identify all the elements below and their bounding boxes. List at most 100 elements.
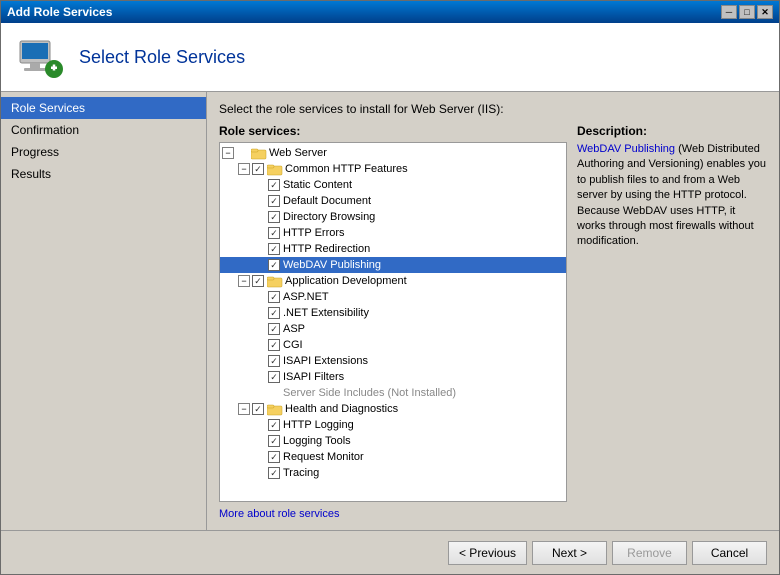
tree-item-label: Static Content (283, 179, 352, 191)
tree-checkbox[interactable] (268, 435, 280, 447)
tree-checkbox[interactable] (268, 339, 280, 351)
tree-checkbox[interactable] (268, 307, 280, 319)
expand-button[interactable]: − (222, 147, 234, 159)
description-body: (Web Distributed Authoring and Versionin… (577, 143, 766, 247)
sidebar-item-results[interactable]: Results (1, 163, 206, 185)
role-services-panel: Role services: − Web Server− Common HTTP… (219, 124, 567, 520)
tree-item[interactable]: ISAPI Filters (220, 369, 566, 385)
footer: < Previous Next > Remove Cancel (1, 530, 779, 574)
tree-item-label: Web Server (269, 147, 327, 159)
tree-checkbox[interactable] (268, 259, 280, 271)
tree-checkbox[interactable] (268, 323, 280, 335)
tree-item-label: CGI (283, 339, 303, 351)
tree-item[interactable]: HTTP Errors (220, 225, 566, 241)
tree-item[interactable]: .NET Extensibility (220, 305, 566, 321)
tree-checkbox[interactable] (268, 227, 280, 239)
title-bar-buttons: ─ □ ✕ (721, 5, 773, 19)
expand-placeholder (254, 387, 266, 399)
tree-item[interactable]: ASP.NET (220, 289, 566, 305)
main-description: Select the role services to install for … (219, 102, 767, 116)
tree-container[interactable]: − Web Server− Common HTTP FeaturesStatic… (219, 142, 567, 502)
webdav-link[interactable]: WebDAV Publishing (577, 143, 675, 155)
main-window: Add Role Services ─ □ ✕ Select Role Serv… (0, 0, 780, 575)
tree-checkbox[interactable] (268, 179, 280, 191)
description-text: WebDAV Publishing (Web Distributed Autho… (577, 142, 767, 250)
expand-placeholder (254, 243, 266, 255)
tree-item-label: HTTP Errors (283, 227, 345, 239)
expand-placeholder (254, 195, 266, 207)
tree-checkbox[interactable] (268, 211, 280, 223)
sidebar: Role ServicesConfirmationProgressResults (1, 92, 207, 530)
tree-checkbox[interactable] (252, 275, 264, 287)
main-panel: Select the role services to install for … (207, 92, 779, 530)
sidebar-item-role-services[interactable]: Role Services (1, 97, 206, 119)
tree-item[interactable]: ASP (220, 321, 566, 337)
tree-checkbox[interactable] (268, 195, 280, 207)
minimize-button[interactable]: ─ (721, 5, 737, 19)
expand-button[interactable]: − (238, 163, 250, 175)
tree-item-label: Request Monitor (283, 451, 364, 463)
expand-button[interactable]: − (238, 403, 250, 415)
tree-item[interactable]: Static Content (220, 177, 566, 193)
cancel-button[interactable]: Cancel (692, 541, 767, 565)
tree-item[interactable]: − Health and Diagnostics (220, 401, 566, 417)
tree-item[interactable]: HTTP Redirection (220, 241, 566, 257)
tree-item-label: ASP (283, 323, 305, 335)
previous-button[interactable]: < Previous (448, 541, 527, 565)
tree-item-label: ASP.NET (283, 291, 329, 303)
tree-checkbox[interactable] (268, 451, 280, 463)
tree-item[interactable]: ISAPI Extensions (220, 353, 566, 369)
tree-item-label: HTTP Logging (283, 419, 354, 431)
expand-placeholder (254, 419, 266, 431)
title-bar: Add Role Services ─ □ ✕ (1, 1, 779, 23)
tree-item[interactable]: − Common HTTP Features (220, 161, 566, 177)
tree-checkbox[interactable] (268, 291, 280, 303)
tree-item[interactable]: HTTP Logging (220, 417, 566, 433)
tree-item[interactable]: Directory Browsing (220, 209, 566, 225)
folder-icon (251, 146, 267, 160)
expand-button[interactable]: − (238, 275, 250, 287)
tree-item-label: Directory Browsing (283, 211, 375, 223)
tree-item-label: Common HTTP Features (285, 163, 408, 175)
tree-checkbox[interactable] (268, 467, 280, 479)
remove-button[interactable]: Remove (612, 541, 687, 565)
tree-item[interactable]: CGI (220, 337, 566, 353)
expand-placeholder (254, 339, 266, 351)
sidebar-item-confirmation[interactable]: Confirmation (1, 119, 206, 141)
tree-checkbox[interactable] (268, 419, 280, 431)
content-area: Role ServicesConfirmationProgressResults… (1, 92, 779, 530)
header-icon (16, 33, 64, 81)
next-button[interactable]: Next > (532, 541, 607, 565)
tree-item-label: WebDAV Publishing (283, 259, 381, 271)
tree-item[interactable]: Logging Tools (220, 433, 566, 449)
tree-item-label: Application Development (285, 275, 407, 287)
tree-item-label: Tracing (283, 467, 319, 479)
tree-item[interactable]: Default Document (220, 193, 566, 209)
tree-item-label: Health and Diagnostics (285, 403, 398, 415)
tree-item-label: .NET Extensibility (283, 307, 369, 319)
tree-item[interactable]: Server Side Includes (Not Installed) (220, 385, 566, 401)
tree-checkbox[interactable] (268, 355, 280, 367)
tree-checkbox[interactable] (268, 371, 280, 383)
expand-placeholder (254, 435, 266, 447)
tree-item[interactable]: Request Monitor (220, 449, 566, 465)
tree-item[interactable]: − Application Development (220, 273, 566, 289)
header-title: Select Role Services (79, 47, 245, 68)
expand-placeholder (254, 323, 266, 335)
tree-item-label: Server Side Includes (Not Installed) (283, 387, 456, 399)
tree-checkbox[interactable] (252, 403, 264, 415)
role-services-label: Role services: (219, 124, 567, 138)
tree-checkbox[interactable] (252, 163, 264, 175)
maximize-button[interactable]: □ (739, 5, 755, 19)
window-title: Add Role Services (7, 5, 112, 19)
tree-checkbox[interactable] (268, 243, 280, 255)
expand-placeholder (254, 307, 266, 319)
expand-placeholder (254, 179, 266, 191)
content-split: Role services: − Web Server− Common HTTP… (219, 124, 767, 520)
sidebar-item-progress[interactable]: Progress (1, 141, 206, 163)
close-button[interactable]: ✕ (757, 5, 773, 19)
tree-item[interactable]: WebDAV Publishing (220, 257, 566, 273)
tree-item[interactable]: Tracing (220, 465, 566, 481)
tree-item[interactable]: − Web Server (220, 145, 566, 161)
more-about-link[interactable]: More about role services (219, 508, 567, 520)
